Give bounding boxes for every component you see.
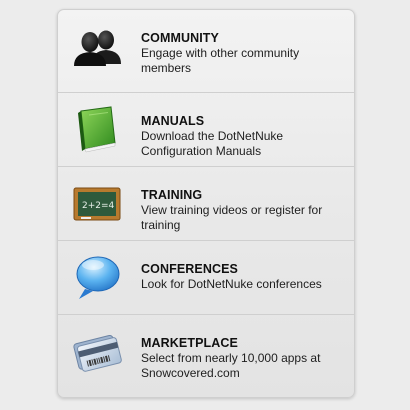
item-description: Engage with other community members bbox=[141, 46, 300, 75]
list-item-community[interactable]: COMMUNITY Engage with other community me… bbox=[58, 10, 354, 84]
community-icon bbox=[71, 22, 123, 70]
item-description: Look for DotNetNuke conferences bbox=[141, 277, 322, 291]
item-title: TRAINING bbox=[141, 188, 203, 202]
item-title: CONFERENCES bbox=[141, 262, 238, 276]
item-title: COMMUNITY bbox=[141, 31, 219, 45]
chalkboard-icon: 2+2=4 bbox=[71, 179, 123, 227]
credit-card-icon bbox=[71, 327, 123, 375]
resources-panel: COMMUNITY Engage with other community me… bbox=[57, 9, 355, 398]
item-description: View training videos or register for tra… bbox=[141, 203, 323, 232]
svg-text:2+2=4: 2+2=4 bbox=[82, 201, 115, 211]
item-description: Select from nearly 10,000 apps at Snowco… bbox=[141, 351, 321, 380]
speech-bubble-icon bbox=[71, 253, 123, 301]
list-item-training[interactable]: 2+2=4 TRAINING View training videos or r… bbox=[58, 166, 354, 241]
item-title: MARKETPLACE bbox=[141, 336, 238, 350]
item-description: Download the DotNetNuke Configuration Ma… bbox=[141, 129, 284, 158]
list-item-conferences[interactable]: CONFERENCES Look for DotNetNuke conferen… bbox=[58, 240, 354, 315]
list-item-marketplace[interactable]: MARKETPLACE Select from nearly 10,000 ap… bbox=[58, 314, 354, 389]
list-item-manuals[interactable]: MANUALS Download the DotNetNuke Configur… bbox=[58, 92, 354, 167]
item-title: MANUALS bbox=[141, 114, 205, 128]
book-icon bbox=[71, 105, 123, 153]
